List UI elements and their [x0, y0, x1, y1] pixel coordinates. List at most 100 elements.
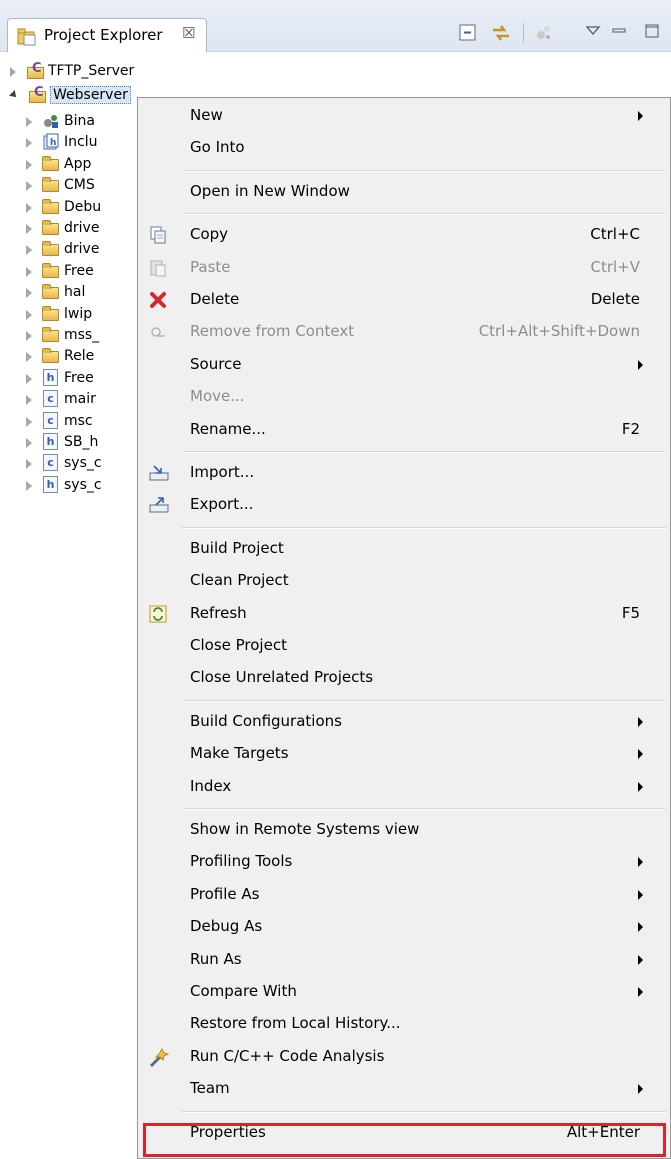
expand-arrow-icon[interactable]	[26, 223, 32, 234]
menu-item-label: Copy	[190, 225, 229, 244]
menu-item-open-in-new-window[interactable]: Open in New Window	[138, 176, 670, 208]
paste-icon	[148, 258, 168, 278]
view-menu-icon[interactable]	[585, 23, 601, 43]
menu-item-profile-as[interactable]: Profile As	[138, 879, 670, 911]
tree-project-webserver[interactable]: C Webserver	[9, 82, 131, 108]
menu-item-go-into[interactable]: Go Into	[138, 132, 670, 164]
tree-item-label: mss_	[64, 327, 100, 343]
menu-item-label: Profile As	[190, 884, 260, 903]
c-file-icon: c	[42, 390, 60, 408]
menu-item-team[interactable]: Team	[138, 1073, 670, 1105]
collapse-all-icon[interactable]	[458, 23, 478, 47]
expand-arrow-icon[interactable]	[26, 373, 32, 384]
menu-separator	[182, 169, 666, 172]
tree-item-label: TFTP_Server	[48, 63, 135, 79]
menu-item-label: Move...	[190, 387, 245, 406]
expand-arrow-icon[interactable]	[26, 394, 32, 405]
expand-arrow-icon[interactable]	[26, 309, 32, 320]
menu-item-run-c-c-code-analysis[interactable]: Run C/C++ Code Analysis	[138, 1041, 670, 1073]
c-file-icon: c	[42, 454, 60, 472]
expand-arrow-icon[interactable]	[26, 287, 32, 298]
menu-item-rename[interactable]: Rename... F2	[138, 414, 670, 446]
collapse-arrow-icon[interactable]	[9, 90, 19, 100]
close-view-icon[interactable]: ☒	[182, 24, 195, 42]
menu-separator	[182, 213, 666, 216]
expand-arrow-icon[interactable]	[26, 137, 32, 148]
menu-item-label: Remove from Context	[190, 322, 355, 341]
expand-arrow-icon[interactable]	[26, 116, 32, 127]
menu-item-run-as[interactable]: Run As	[138, 944, 670, 976]
expand-arrow-icon[interactable]	[26, 437, 32, 448]
menu-item-profiling-tools[interactable]: Profiling Tools	[138, 846, 670, 878]
expand-arrow-icon[interactable]	[10, 66, 16, 77]
tree-item-label: Debu	[64, 199, 102, 215]
menu-item-make-targets[interactable]: Make Targets	[138, 738, 670, 770]
copy-icon	[148, 225, 168, 245]
minimize-icon[interactable]	[611, 23, 627, 43]
menu-item-new[interactable]: New	[138, 100, 670, 132]
menu-item-label: Build Project	[190, 538, 284, 557]
menu-item-delete[interactable]: Delete Delete	[138, 284, 670, 316]
menu-item-clean-project[interactable]: Clean Project	[138, 565, 670, 597]
folder-icon	[42, 240, 60, 258]
menu-item-move: Move...	[138, 381, 670, 413]
menu-item-label: Close Project	[190, 636, 287, 654]
menu-item-label: Run C/C++ Code Analysis	[190, 1046, 385, 1065]
menu-item-label: Source	[190, 354, 242, 373]
folder-icon	[42, 326, 60, 344]
menu-item-label: Debug As	[190, 917, 263, 936]
menu-item-label: Compare With	[190, 982, 297, 1000]
folder-icon	[42, 176, 60, 194]
submenu-arrow-icon	[638, 922, 643, 933]
menu-item-label: Rename...	[190, 419, 266, 438]
view-toolbar: Project Explorer ☒	[0, 0, 671, 52]
menu-item-close-unrelated-projects[interactable]: Close Unrelated Projects	[138, 662, 670, 694]
expand-arrow-icon[interactable]	[26, 244, 32, 255]
expand-arrow-icon[interactable]	[26, 159, 32, 170]
menu-item-build-project[interactable]: Build Project	[138, 533, 670, 565]
folder-icon	[42, 305, 60, 323]
expand-arrow-icon[interactable]	[26, 180, 32, 191]
submenu-arrow-icon	[638, 359, 643, 370]
toolbar-separator	[523, 23, 524, 43]
project-explorer-tab[interactable]: Project Explorer ☒	[7, 18, 207, 52]
menu-item-index[interactable]: Index	[138, 771, 670, 803]
remove-context-icon	[148, 322, 168, 342]
tree-item[interactable]: h sys_c	[26, 472, 102, 498]
tree-item-label: sys_c	[64, 455, 102, 471]
filter-icon[interactable]	[534, 23, 554, 47]
submenu-arrow-icon	[638, 987, 643, 997]
menu-item-refresh[interactable]: Refresh F5	[138, 598, 670, 630]
tree-item-label: mair	[64, 391, 96, 407]
menu-item-import[interactable]: Import...	[138, 457, 670, 489]
expand-arrow-icon[interactable]	[26, 330, 32, 341]
folder-icon	[42, 219, 60, 237]
tree-project-tftp-server[interactable]: C TFTP_Server	[10, 58, 134, 84]
folder-icon	[42, 155, 60, 173]
link-with-editor-icon[interactable]	[490, 23, 512, 47]
menu-item-label: Open in New Window	[190, 181, 350, 200]
menu-item-shortcut: Ctrl+C	[590, 225, 640, 244]
menu-item-close-project[interactable]: Close Project	[138, 630, 670, 662]
menu-separator	[182, 451, 666, 453]
expand-arrow-icon[interactable]	[26, 351, 32, 362]
expand-arrow-icon[interactable]	[26, 202, 32, 213]
menu-item-restore-from-local-history[interactable]: Restore from Local History...	[138, 1008, 670, 1040]
menu-item-label: Team	[190, 1079, 230, 1098]
menu-item-export[interactable]: Export...	[138, 489, 670, 521]
menu-item-copy[interactable]: Copy Ctrl+C	[138, 219, 670, 251]
expand-arrow-icon[interactable]	[26, 266, 32, 277]
menu-item-build-configurations[interactable]: Build Configurations	[138, 706, 670, 738]
menu-item-label: Index	[190, 776, 232, 795]
tree-item-label: hal	[64, 284, 86, 300]
expand-arrow-icon[interactable]	[26, 480, 32, 491]
menu-item-source[interactable]: Source	[138, 349, 670, 381]
menu-item-compare-with[interactable]: Compare With	[138, 976, 670, 1008]
menu-item-label: Import...	[190, 463, 255, 481]
expand-arrow-icon[interactable]	[26, 416, 32, 427]
menu-item-debug-as[interactable]: Debug As	[138, 911, 670, 943]
menu-item-show-in-remote-systems-view[interactable]: Show in Remote Systems view	[138, 814, 670, 846]
expand-arrow-icon[interactable]	[26, 458, 32, 469]
maximize-icon[interactable]	[644, 23, 660, 43]
menu-item-label: Export...	[190, 495, 254, 514]
